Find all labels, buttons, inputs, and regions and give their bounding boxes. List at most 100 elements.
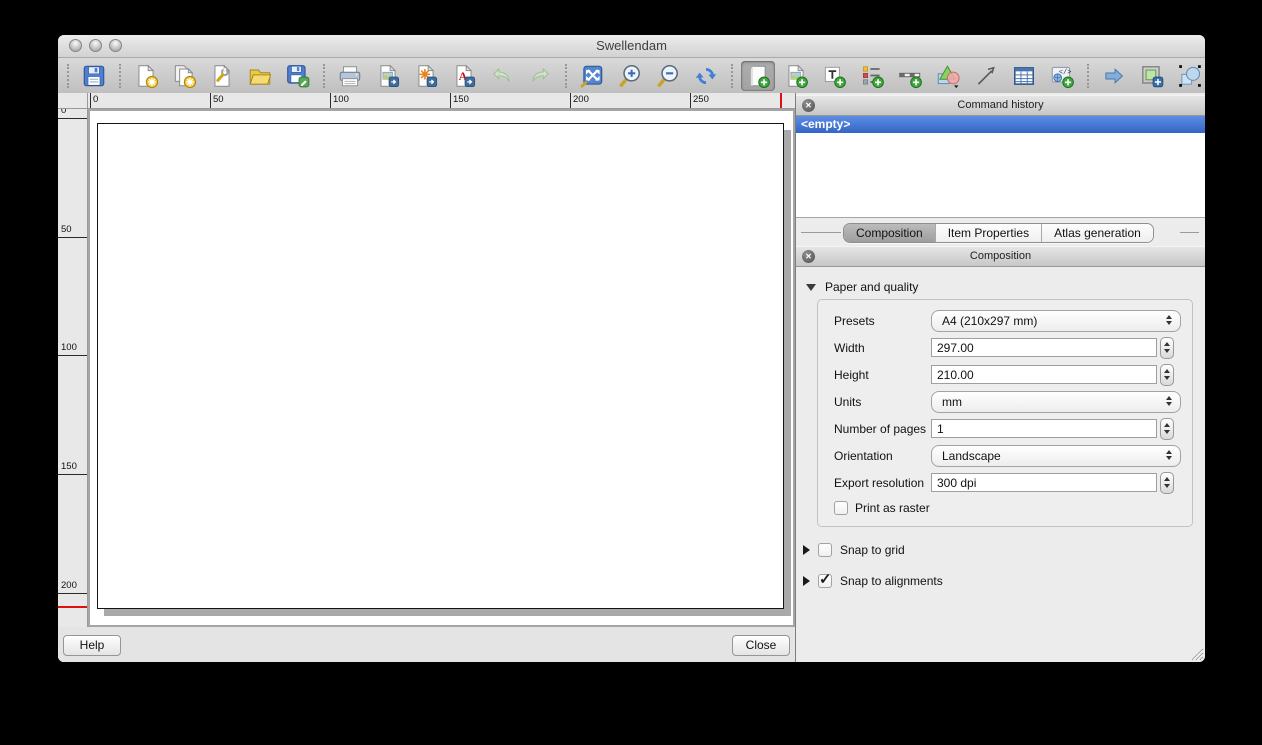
export-as-pdf-button[interactable]: A xyxy=(447,61,481,91)
ruler-label: 150 xyxy=(453,94,469,105)
zoom-in-button[interactable] xyxy=(613,61,647,91)
toolbar-separator xyxy=(731,64,733,88)
page-extent-marker xyxy=(58,606,87,608)
undo-icon xyxy=(489,63,515,89)
toolbar-grip xyxy=(67,64,69,88)
zoom-out-icon xyxy=(655,63,681,89)
add-legend-button[interactable] xyxy=(855,61,889,91)
duplicate-composer-button[interactable] xyxy=(167,61,201,91)
paper-quality-group-toggle[interactable]: Paper and quality xyxy=(806,280,1205,294)
help-button[interactable]: Help xyxy=(63,635,121,656)
print-as-raster-checkbox[interactable] xyxy=(834,501,848,515)
horizontal-ruler: 0 50 100 150 200 250 xyxy=(88,93,795,109)
add-image-button[interactable] xyxy=(779,61,813,91)
orientation-value: Landscape xyxy=(932,446,1180,466)
height-label: Height xyxy=(834,368,931,382)
load-from-template-button[interactable] xyxy=(243,61,277,91)
export-as-svg-button[interactable] xyxy=(409,61,443,91)
toolbar-separator xyxy=(119,64,121,88)
toolbar-separator xyxy=(323,64,325,88)
redo-button[interactable] xyxy=(523,61,557,91)
move-item-content-icon xyxy=(1139,63,1165,89)
zoom-window-button[interactable] xyxy=(109,39,122,52)
width-label: Width xyxy=(834,341,931,355)
presets-row: Presets A4 (210x297 mm) xyxy=(818,307,1192,334)
resolution-stepper[interactable] xyxy=(1160,472,1174,494)
resolution-input[interactable] xyxy=(931,473,1157,492)
composition-page[interactable] xyxy=(97,123,784,609)
tab-composition[interactable]: Composition xyxy=(844,224,935,242)
resize-grip[interactable] xyxy=(1190,647,1204,661)
orientation-label: Orientation xyxy=(834,449,931,463)
resolution-row: Export resolution xyxy=(818,469,1192,496)
select-move-item-icon xyxy=(1177,63,1203,89)
presets-dropdown[interactable]: A4 (210x297 mm) xyxy=(931,310,1181,332)
collapse-triangle-icon xyxy=(806,284,816,291)
move-item-content-button[interactable] xyxy=(1135,61,1169,91)
ruler-label: 50 xyxy=(213,94,224,105)
minimize-window-button[interactable] xyxy=(89,39,102,52)
units-dropdown[interactable]: mm xyxy=(931,391,1181,413)
dropdown-arrows-icon xyxy=(1166,396,1172,406)
add-attribute-table-button[interactable] xyxy=(1007,61,1041,91)
orientation-dropdown[interactable]: Landscape xyxy=(931,445,1181,467)
panel-tabs: Composition Item Properties Atlas genera… xyxy=(796,223,1205,243)
print-as-raster-label: Print as raster xyxy=(855,501,930,515)
save-as-template-button[interactable] xyxy=(281,61,315,91)
snap-to-grid-checkbox[interactable] xyxy=(818,543,832,557)
toolbar-separator xyxy=(565,64,567,88)
expand-triangle-icon[interactable] xyxy=(803,545,810,555)
add-html-frame-button[interactable]: </> xyxy=(1045,61,1079,91)
ruler-tick xyxy=(58,237,87,238)
ruler-tick xyxy=(58,355,87,356)
paper-quality-label: Paper and quality xyxy=(825,280,918,294)
undo-button[interactable] xyxy=(485,61,519,91)
export-as-image-button[interactable] xyxy=(371,61,405,91)
tab-item-properties[interactable]: Item Properties xyxy=(935,224,1041,242)
ruler-tick xyxy=(450,93,451,108)
titlebar[interactable]: Swellendam xyxy=(58,35,1205,58)
add-arrow-button[interactable] xyxy=(969,61,1003,91)
composer-manager-button[interactable] xyxy=(205,61,239,91)
snap-to-alignments-label: Snap to alignments xyxy=(840,574,943,588)
height-input[interactable] xyxy=(931,365,1157,384)
close-panel-icon[interactable] xyxy=(802,99,815,112)
add-shape-button[interactable] xyxy=(931,61,965,91)
pan-button[interactable] xyxy=(1097,61,1131,91)
snap-to-alignments-checkbox[interactable] xyxy=(818,574,832,588)
close-button[interactable]: Close xyxy=(732,635,790,656)
canvas-viewport[interactable] xyxy=(88,109,795,627)
pages-row: Number of pages xyxy=(818,415,1192,442)
add-new-map-button[interactable] xyxy=(741,61,775,91)
ruler-label: 200 xyxy=(61,580,77,591)
pages-input[interactable] xyxy=(931,419,1157,438)
close-panel-icon[interactable] xyxy=(802,250,815,263)
height-stepper[interactable] xyxy=(1160,364,1174,386)
tab-atlas-generation[interactable]: Atlas generation xyxy=(1041,224,1153,242)
add-label-button[interactable] xyxy=(817,61,851,91)
close-window-button[interactable] xyxy=(69,39,82,52)
refresh-view-button[interactable] xyxy=(689,61,723,91)
ruler-label: 100 xyxy=(333,94,349,105)
save-project-button[interactable] xyxy=(77,61,111,91)
ruler-label: 150 xyxy=(61,461,77,472)
zoom-out-button[interactable] xyxy=(651,61,685,91)
new-composer-button[interactable] xyxy=(129,61,163,91)
history-item[interactable]: <empty> xyxy=(796,116,1205,133)
ruler-corner xyxy=(58,93,88,109)
select-move-item-button[interactable] xyxy=(1173,61,1205,91)
command-history-list[interactable]: <empty> xyxy=(796,116,1205,218)
ruler-tick xyxy=(210,93,211,108)
print-button[interactable] xyxy=(333,61,367,91)
ruler-tick xyxy=(690,93,691,108)
dropdown-arrows-icon xyxy=(1166,315,1172,325)
presets-label: Presets xyxy=(834,314,931,328)
pages-stepper[interactable] xyxy=(1160,418,1174,440)
width-input[interactable] xyxy=(931,338,1157,357)
orientation-row: Orientation Landscape xyxy=(818,442,1192,469)
zoom-full-button[interactable] xyxy=(575,61,609,91)
width-stepper[interactable] xyxy=(1160,337,1174,359)
add-scalebar-button[interactable] xyxy=(893,61,927,91)
expand-triangle-icon[interactable] xyxy=(803,576,810,586)
new-composer-icon xyxy=(133,63,159,89)
